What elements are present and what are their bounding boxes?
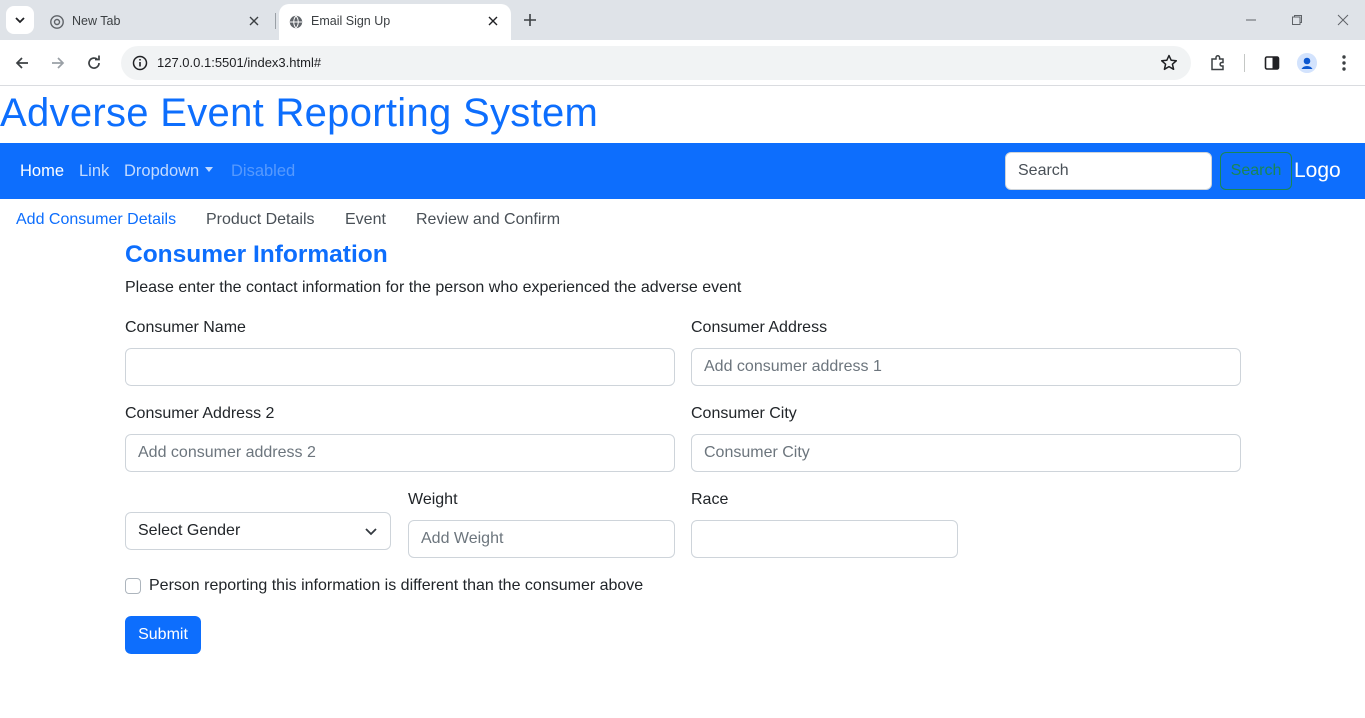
info-icon[interactable] [129, 52, 151, 74]
tab-strip: New Tab Email Sign Up [0, 0, 1365, 40]
caret-down-icon [205, 167, 214, 173]
weight-input[interactable] [408, 520, 675, 558]
race-label: Race [691, 491, 729, 508]
side-panel-icon[interactable] [1261, 52, 1283, 74]
step-product-details[interactable]: Product Details [206, 211, 315, 229]
consumer-address2-input[interactable] [125, 434, 675, 472]
tab-new-tab[interactable]: New Tab [40, 4, 272, 40]
form-description: Please enter the contact information for… [125, 279, 742, 296]
nav-dropdown-label: Dropdown [124, 162, 200, 180]
step-review-and-confirm[interactable]: Review and Confirm [416, 211, 560, 229]
consumer-name-input[interactable] [125, 348, 675, 386]
nav-link[interactable]: Link [79, 162, 109, 181]
consumer-city-input[interactable] [691, 434, 1241, 472]
nav-search-button[interactable]: Search [1220, 152, 1292, 190]
step-event[interactable]: Event [345, 211, 386, 229]
plus-icon[interactable] [518, 8, 542, 32]
consumer-address-input[interactable] [691, 348, 1241, 386]
close-icon[interactable] [485, 13, 501, 29]
gender-select[interactable]: Select Gender [125, 512, 391, 550]
chrome-icon [50, 15, 64, 29]
form-heading: Consumer Information [125, 241, 388, 268]
tab-title: New Tab [72, 14, 121, 28]
brand-logo[interactable]: Logo [1294, 159, 1341, 183]
different-reporter-label[interactable]: Person reporting this information is dif… [149, 577, 643, 595]
close-icon[interactable] [246, 13, 262, 29]
toolbar-separator [1244, 54, 1245, 72]
minimize-icon[interactable] [1241, 10, 1261, 30]
consumer-city-label: Consumer City [691, 405, 797, 422]
tab-list-icon[interactable] [6, 6, 34, 34]
consumer-address2-label: Consumer Address 2 [125, 405, 275, 422]
menu-icon[interactable] [1333, 52, 1355, 74]
chevron-down-icon [364, 524, 378, 538]
consumer-name-label: Consumer Name [125, 319, 246, 336]
page-title: Adverse Event Reporting System [0, 91, 599, 135]
reload-icon[interactable] [82, 51, 106, 75]
main-navbar: Home Link Dropdown Disabled Search Logo [0, 143, 1365, 199]
forward-icon[interactable] [46, 51, 70, 75]
address-bar[interactable]: 127.0.0.1:5501/index3.html# [121, 46, 1191, 80]
nav-home-link[interactable]: Home [20, 162, 64, 181]
tab-separator [275, 13, 276, 29]
step-add-consumer-details[interactable]: Add Consumer Details [16, 211, 176, 229]
nav-dropdown[interactable]: Dropdown [124, 162, 214, 181]
nav-disabled-link: Disabled [231, 162, 296, 180]
browser-toolbar: 127.0.0.1:5501/index3.html# [0, 40, 1365, 86]
different-reporter-checkbox[interactable] [125, 578, 141, 594]
url-text: 127.0.0.1:5501/index3.html# [157, 55, 322, 70]
consumer-address-label: Consumer Address [691, 319, 828, 336]
globe-icon [289, 15, 303, 29]
tab-email-sign-up[interactable]: Email Sign Up [279, 4, 511, 40]
extensions-icon[interactable] [1207, 52, 1229, 74]
gender-select-value: Select Gender [138, 522, 241, 539]
race-input[interactable] [691, 520, 958, 558]
profile-icon[interactable] [1297, 53, 1317, 73]
star-icon[interactable] [1159, 53, 1179, 73]
weight-label: Weight [408, 491, 458, 508]
restore-icon[interactable] [1287, 10, 1307, 30]
submit-button[interactable]: Submit [125, 616, 201, 654]
tab-title: Email Sign Up [311, 14, 391, 28]
nav-search-input[interactable] [1005, 152, 1212, 190]
window-close-icon[interactable] [1333, 10, 1353, 30]
back-icon[interactable] [10, 51, 34, 75]
